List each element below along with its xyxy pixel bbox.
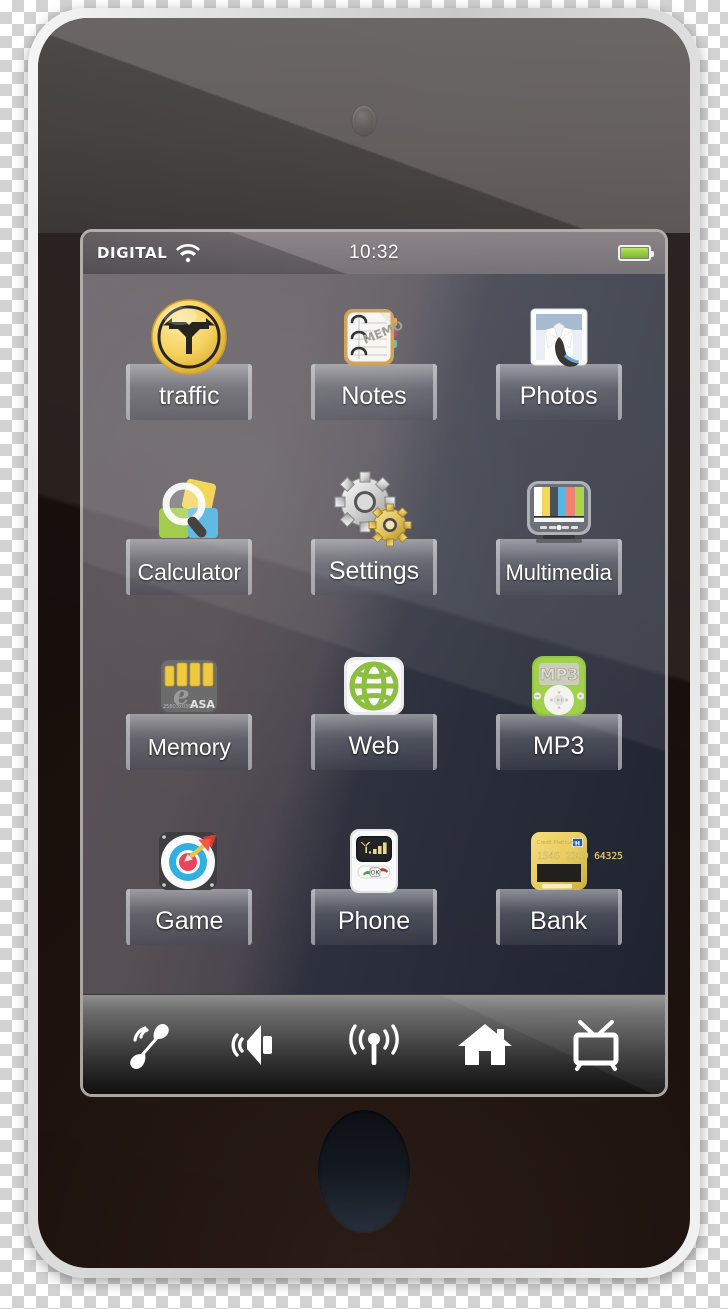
device-body: DIGITAL 10:32 traffic MEMO Notes Photos … (38, 18, 690, 1268)
bank-card-number: 1546 2309 64325 (537, 851, 623, 862)
battery-fill (621, 248, 648, 258)
app-game[interactable]: Game (97, 815, 282, 990)
tv-color-bars-icon (518, 471, 600, 553)
traffic-fork-arrow-icon (148, 296, 230, 378)
app-label: Notes (341, 382, 407, 410)
television-icon (573, 1019, 619, 1071)
app-label: Game (155, 907, 224, 935)
app-notes[interactable]: MEMO Notes (282, 290, 467, 465)
app-label: Web (348, 732, 400, 760)
mp3-player-icon: MP3 (518, 646, 600, 728)
status-bar-right (618, 245, 654, 261)
dock-bar (83, 994, 665, 1094)
phone-screen[interactable]: DIGITAL 10:32 traffic MEMO Notes Photos … (80, 229, 668, 1097)
home-icon (457, 1023, 512, 1065)
app-label: MP3 (532, 732, 585, 760)
memo-notepad-icon: MEMO (333, 296, 415, 378)
credit-card-icon: H Credit Platinum 1546 2309 64325 (518, 821, 623, 903)
app-label: Multimedia (505, 560, 612, 585)
app-phone[interactable]: OK Phone (282, 815, 467, 990)
green-globe-icon (333, 646, 415, 728)
dock-call[interactable] (122, 1017, 182, 1073)
dock-tv[interactable] (566, 1017, 626, 1073)
status-bar: DIGITAL 10:32 (83, 232, 665, 274)
shirt-tie-photo-icon (518, 296, 600, 378)
app-label: Bank (530, 907, 588, 935)
magnifier-squares-icon (148, 471, 230, 553)
smartphone-device: DIGITAL 10:32 traffic MEMO Notes Photos … (28, 8, 700, 1278)
app-label: traffic (158, 382, 220, 410)
dock-home[interactable] (455, 1017, 515, 1073)
app-bank[interactable]: H Credit Platinum 1546 2309 64325 Bank (466, 815, 651, 990)
home-button[interactable] (318, 1110, 410, 1232)
phone-call-icon (130, 1023, 170, 1069)
bank-card-caption: Credit Platinum (537, 840, 576, 846)
app-grid: traffic MEMO Notes Photos Calculator Set… (83, 274, 665, 994)
app-multimedia[interactable]: Multimedia (466, 465, 651, 640)
app-calculator[interactable]: Calculator (97, 465, 282, 640)
memory-card-icon: e 25803x0300 ASA (148, 646, 230, 728)
dock-signal[interactable] (344, 1017, 404, 1073)
app-label: Phone (337, 907, 411, 935)
app-web[interactable]: Web (282, 640, 467, 815)
app-label: Calculator (137, 559, 242, 585)
gears-icon (333, 471, 415, 553)
speaker-volume-icon (231, 1024, 273, 1065)
mp3-screen-text: MP3 (539, 665, 578, 684)
front-camera-icon (352, 106, 376, 135)
app-label: Settings (328, 557, 420, 585)
app-label: Photos (519, 382, 598, 410)
app-mp3[interactable]: MP3 MP3 (466, 640, 651, 815)
feature-phone-icon: OK (333, 821, 415, 903)
dock-volume[interactable] (231, 1017, 293, 1073)
bank-logo: H (575, 840, 580, 847)
antenna-signal-icon (349, 1023, 399, 1065)
app-label: Memory (147, 734, 231, 760)
app-settings[interactable]: Settings (282, 465, 467, 640)
app-traffic[interactable]: traffic (97, 290, 282, 465)
clock-label: 10:32 (348, 242, 400, 263)
app-memory[interactable]: e 25803x0300 ASA Memory (97, 640, 282, 815)
dartboard-target-icon (148, 821, 230, 903)
app-photos[interactable]: Photos (466, 290, 651, 465)
battery-icon (618, 245, 654, 261)
memory-card-brand: ASA (190, 698, 215, 711)
phone-ok-label: OK (371, 869, 381, 876)
